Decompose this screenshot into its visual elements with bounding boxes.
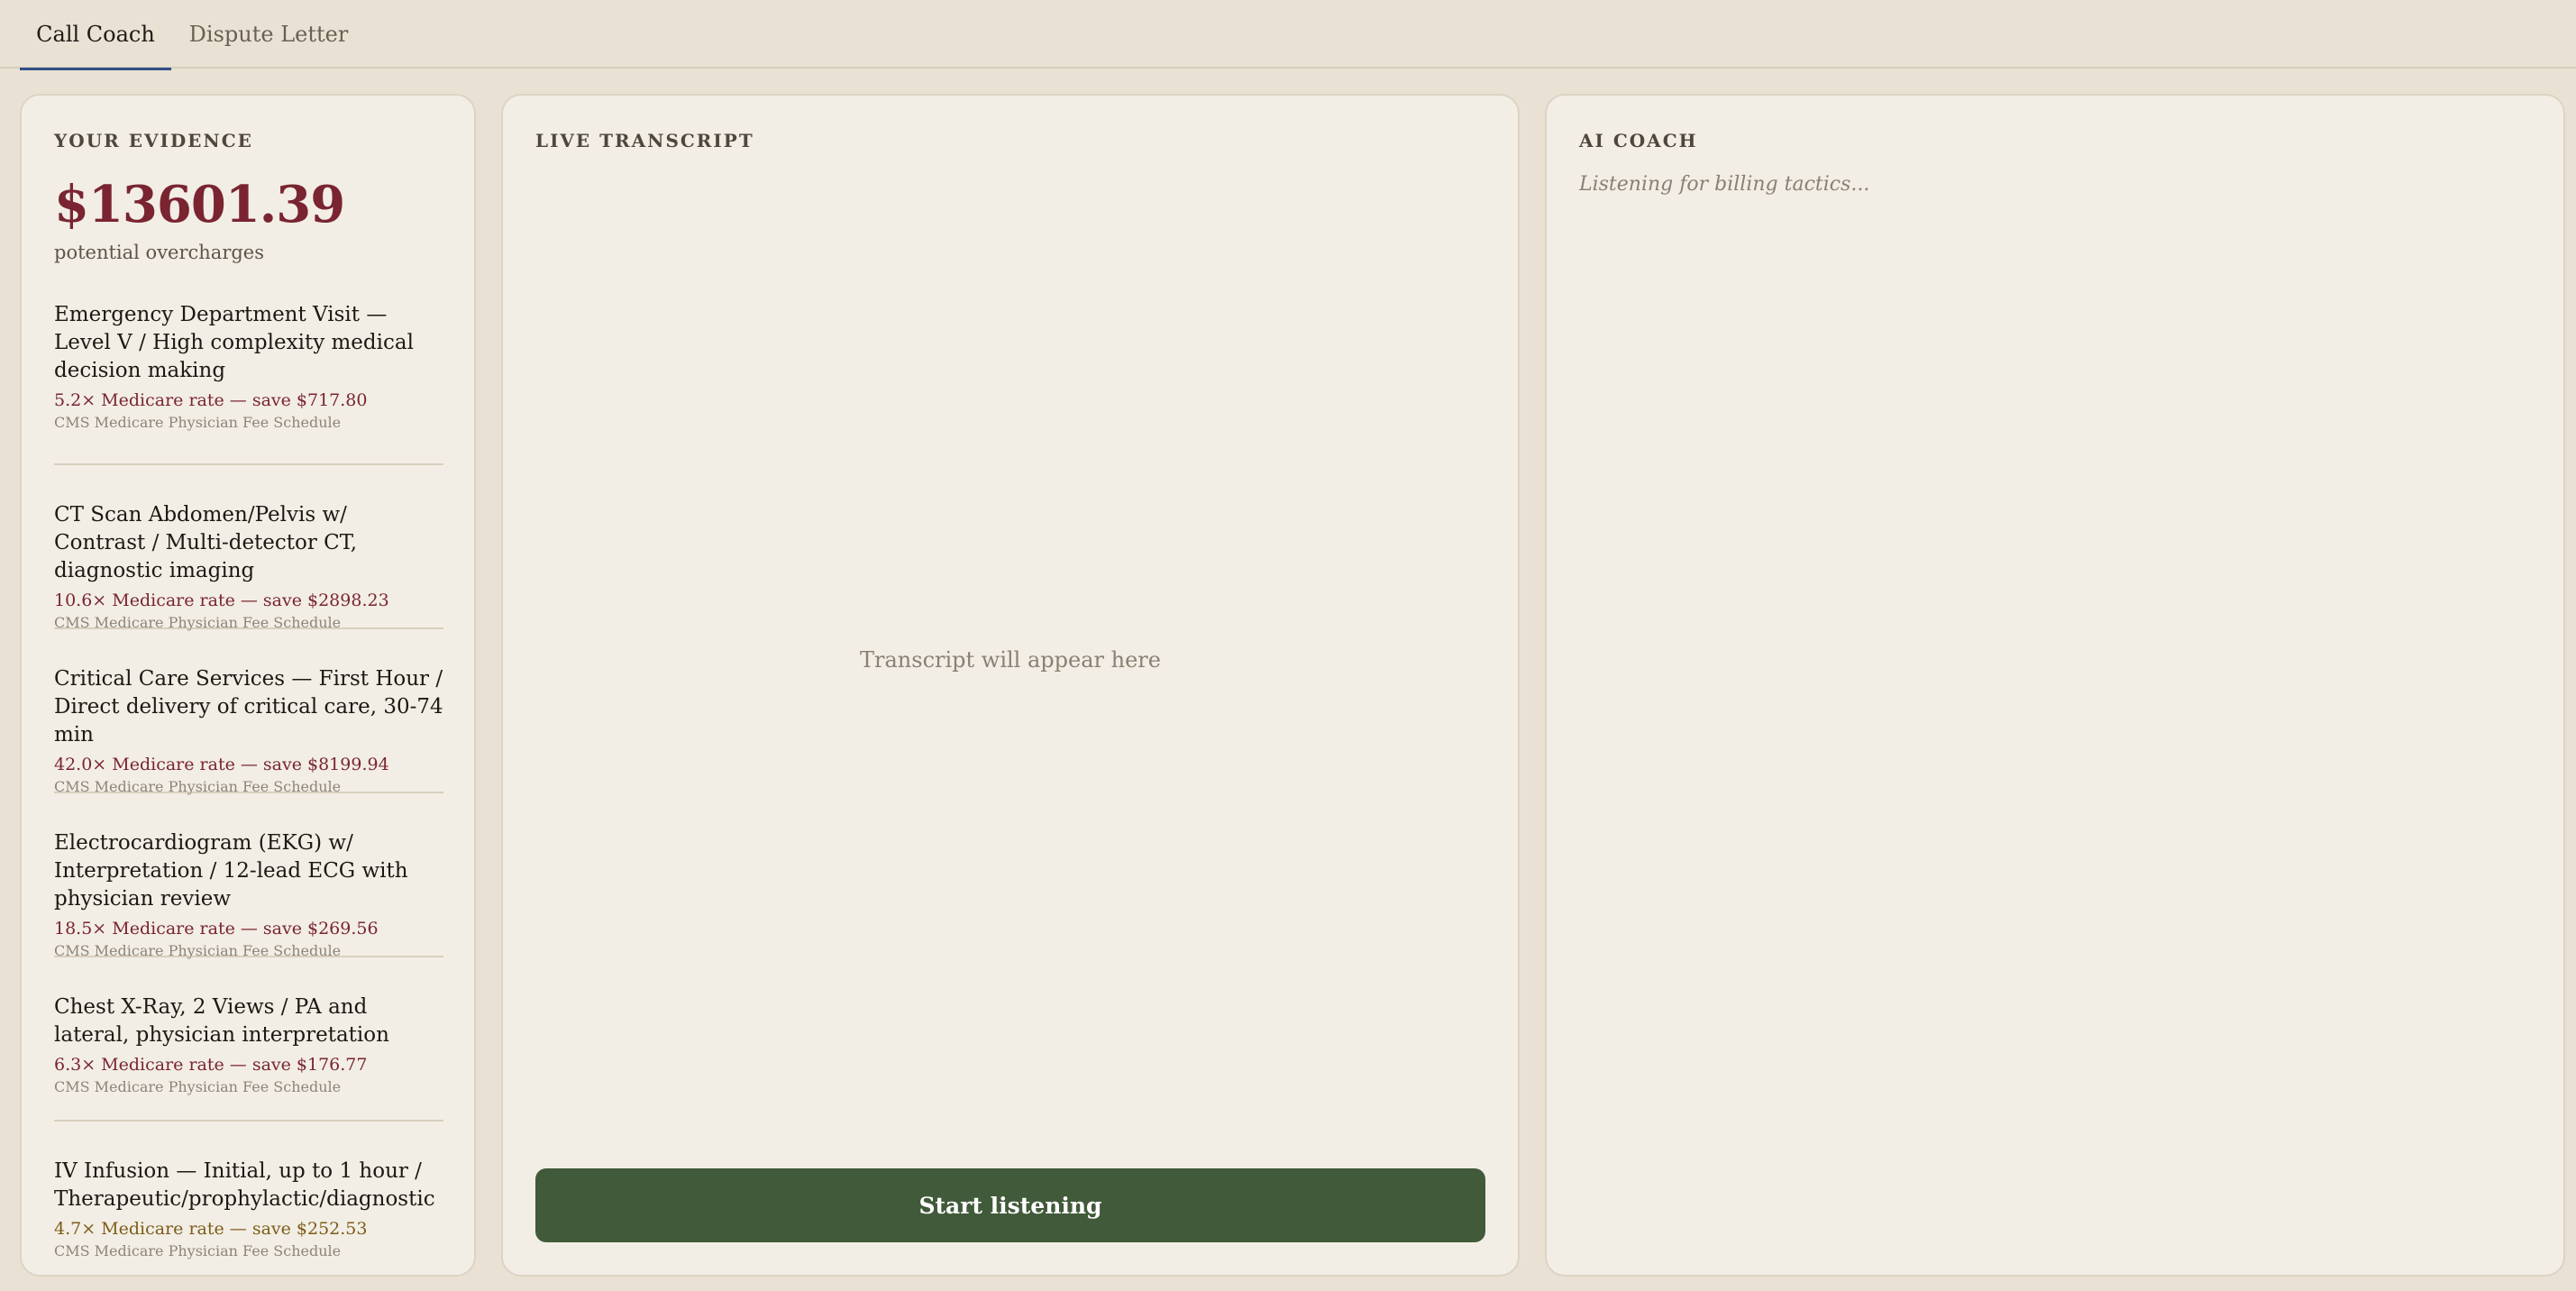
ai-coach-status: Listening for billing tactics... [1579,173,1870,196]
evidence-item: CT Scan Abdomen/Pelvis w/ Contrast / Mul… [54,465,443,631]
tab-bar: Call Coach Dispute Letter [0,0,2576,70]
evidence-item-name: CT Scan Abdomen/Pelvis w/ Contrast / Mul… [54,503,358,582]
evidence-item-name: Chest X-Ray, 2 Views / PA and lateral, p… [54,995,389,1047]
evidence-item-name: Critical Care Services — First Hour / Di… [54,667,443,746]
evidence-item-rate: 18.5× Medicare rate — save $269.56 [54,919,379,938]
overcharge-total: $13601.39 [54,175,345,234]
evidence-title: YOUR EVIDENCE [54,130,253,151]
evidence-item-source: CMS Medicare Physician Fee Schedule [54,1242,342,1259]
evidence-item: Chest X-Ray, 2 Views / PA and lateral, p… [54,957,443,1122]
evidence-item: Emergency Department Visit — Level V / H… [54,301,443,465]
evidence-list: Emergency Department Visit — Level V / H… [54,301,443,1286]
tab-dispute-letter[interactable]: Dispute Letter [180,0,357,69]
evidence-item-rate: 4.7× Medicare rate — save $252.53 [54,1219,368,1239]
evidence-item-name: IV Infusion — Initial, up to 1 hour / Th… [54,1159,435,1211]
ai-coach-panel: AI COACH Listening for billing tactics..… [1545,94,2565,1277]
transcript-placeholder: Transcript will appear here [860,647,1161,673]
evidence-item-rate: 6.3× Medicare rate — save $176.77 [54,1055,368,1075]
evidence-item: Critical Care Services — First Hour / Di… [54,629,443,795]
tab-call-coach[interactable]: Call Coach [20,0,171,70]
evidence-item-source: CMS Medicare Physician Fee Schedule [54,1078,342,1095]
evidence-item: Electrocardiogram (EKG) w/ Interpretatio… [54,793,443,959]
evidence-item-source: CMS Medicare Physician Fee Schedule [54,414,342,431]
ai-coach-title: AI COACH [1579,130,1698,151]
transcript-title: LIVE TRANSCRIPT [535,130,754,151]
evidence-item-rate: 5.2× Medicare rate — save $717.80 [54,390,368,410]
transcript-panel: LIVE TRANSCRIPT Transcript will appear h… [501,94,1520,1277]
evidence-item-rate: 42.0× Medicare rate — save $8199.94 [54,755,389,774]
evidence-item-name: Electrocardiogram (EKG) w/ Interpretatio… [54,831,408,911]
evidence-panel: YOUR EVIDENCE $13601.39 potential overch… [20,94,476,1277]
overcharge-total-label: potential overcharges [54,242,265,263]
evidence-item-name: Emergency Department Visit — Level V / H… [54,303,414,382]
evidence-item-rate: 10.6× Medicare rate — save $2898.23 [54,591,389,610]
start-listening-button[interactable]: Start listening [535,1168,1485,1242]
evidence-item: IV Infusion — Initial, up to 1 hour / Th… [54,1122,443,1286]
